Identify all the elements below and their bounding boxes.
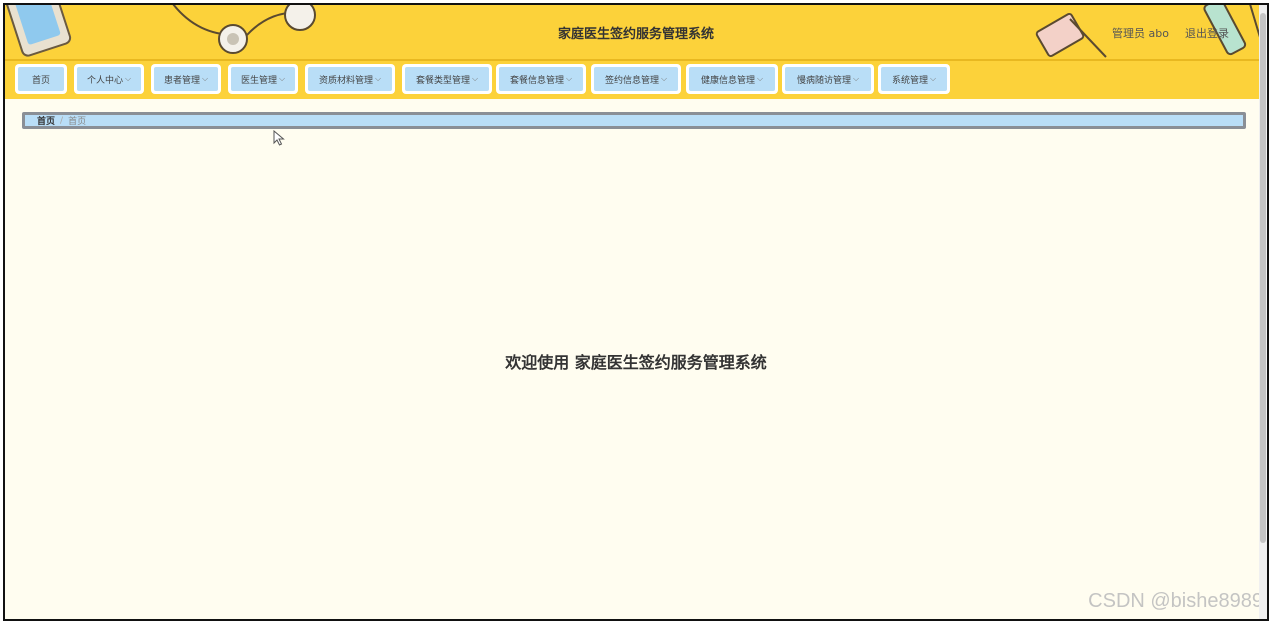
nav-item-label: 医生管理: [240, 75, 277, 86]
nav-item-label: 患者管理: [163, 75, 200, 86]
nav-item-qualification-management[interactable]: 资质材料管理 ⌵: [305, 64, 395, 94]
chevron-down-icon: ⌵: [471, 74, 479, 83]
breadcrumb-current: 首页: [68, 117, 87, 127]
chevron-down-icon: ⌵: [852, 74, 860, 83]
nav-item-home[interactable]: 首页: [15, 64, 67, 94]
chevron-down-icon: ⌵: [756, 74, 764, 83]
header: 家庭医生签约服务管理系统 管理员 abo 退出登录: [5, 5, 1267, 61]
chevron-down-icon: ⌵: [124, 74, 132, 83]
breadcrumb-separator: /: [60, 115, 64, 126]
chevron-down-icon: ⌵: [565, 74, 573, 83]
nav-item-label: 套餐类型管理: [415, 75, 470, 86]
nav-item-label: 系统管理: [891, 75, 928, 86]
nav-item-patient-management[interactable]: 患者管理 ⌵: [151, 64, 221, 94]
nav-item-personal-center[interactable]: 个人中心 ⌵: [74, 64, 144, 94]
nav-item-label: 健康信息管理: [700, 75, 755, 86]
nav-item-package-info-management[interactable]: 套餐信息管理 ⌵: [496, 64, 586, 94]
vertical-scrollbar[interactable]: [1259, 5, 1267, 619]
chevron-down-icon: ⌵: [374, 74, 382, 83]
breadcrumb: 首页 / 首页: [22, 112, 1246, 129]
browser-frame: 家庭医生签约服务管理系统 管理员 abo 退出登录 首页 个人中心 ⌵ 患者管理 ⌵…: [3, 3, 1269, 621]
chevron-down-icon: ⌵: [278, 74, 286, 83]
mouse-pointer-icon: [273, 130, 285, 146]
nav-item-health-info-management[interactable]: 健康信息管理 ⌵: [686, 64, 778, 94]
breadcrumb-home-link[interactable]: 首页: [37, 114, 55, 127]
nav-item-label: 个人中心: [86, 75, 123, 86]
top-nav: 首页 个人中心 ⌵ 患者管理 ⌵ 医生管理 ⌵ 资质材料管理 ⌵ 套餐类型管理 ⌵ 套餐信…: [5, 61, 1267, 99]
nav-item-label: 首页: [31, 75, 50, 86]
app-title: 家庭医生签约服务管理系统: [557, 27, 714, 42]
nav-item-chronic-followup-management[interactable]: 慢病随访管理 ⌵: [782, 64, 874, 94]
logout-link[interactable]: 退出登录: [1185, 25, 1229, 41]
welcome-message: 欢迎使用 家庭医生签约服务管理系统: [505, 353, 767, 372]
admin-user-label: 管理员 abo: [1112, 27, 1169, 40]
user-area: 管理员 abo 退出登录: [1112, 25, 1229, 41]
nav-item-label: 签约信息管理: [604, 75, 659, 86]
chevron-down-icon: ⌵: [660, 74, 668, 83]
nav-item-label: 资质材料管理: [318, 75, 373, 86]
nav-item-label: 慢病随访管理: [796, 75, 851, 86]
nav-item-system-management[interactable]: 系统管理 ⌵: [878, 64, 950, 94]
nav-item-label: 套餐信息管理: [509, 75, 564, 86]
nav-item-contract-info-management[interactable]: 签约信息管理 ⌵: [591, 64, 681, 94]
scrollbar-thumb[interactable]: [1260, 13, 1266, 543]
nav-item-doctor-management[interactable]: 医生管理 ⌵: [228, 64, 298, 94]
watermark: CSDN @bishe8989: [1088, 590, 1263, 612]
nav-item-package-type-management[interactable]: 套餐类型管理 ⌵: [402, 64, 492, 94]
chevron-down-icon: ⌵: [201, 74, 209, 83]
chevron-down-icon: ⌵: [929, 74, 937, 83]
